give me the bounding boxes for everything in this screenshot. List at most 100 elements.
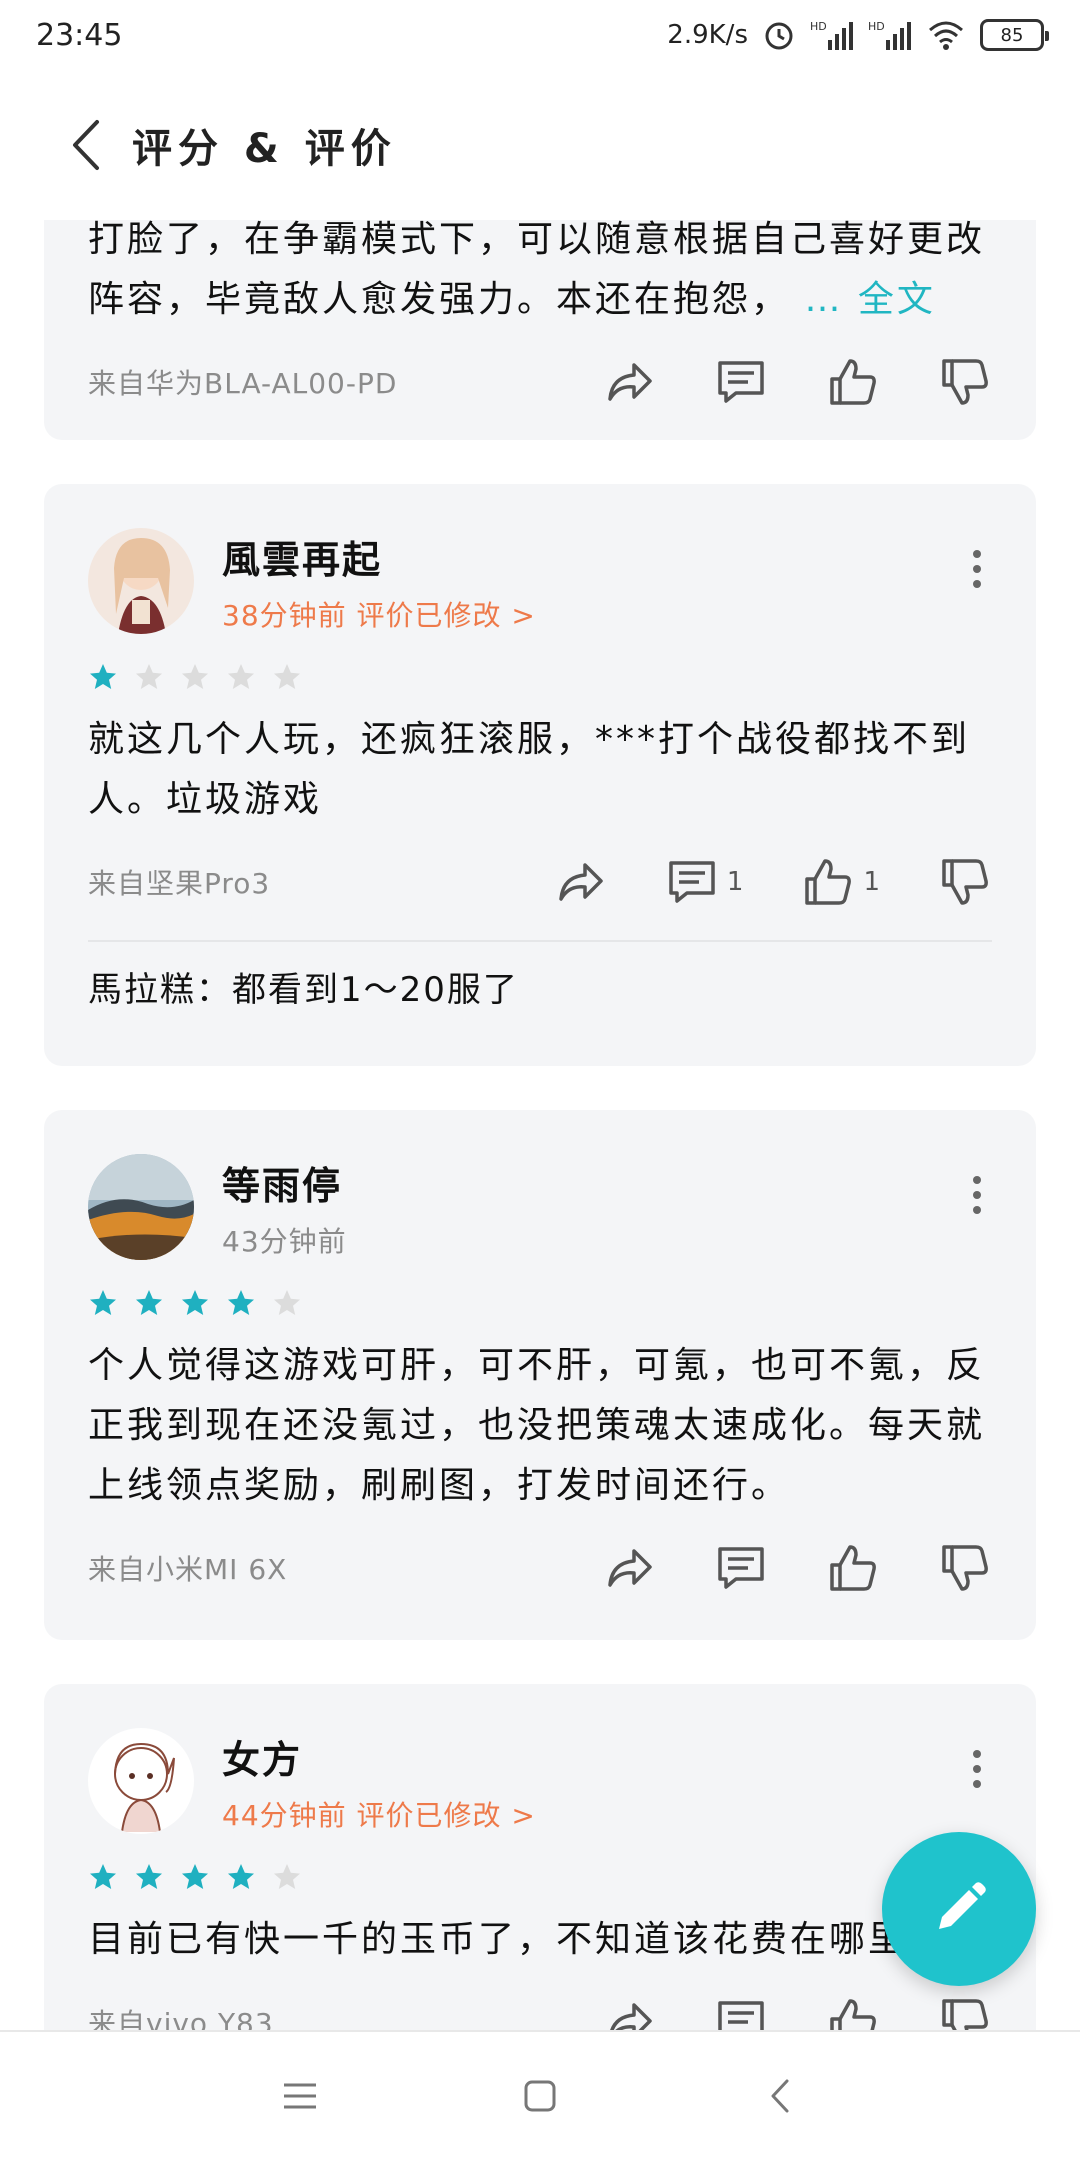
share-button[interactable] — [602, 1541, 656, 1595]
share-icon — [608, 1549, 652, 1587]
device-label: 来自小米MI 6X — [88, 1553, 288, 1586]
svg-text:HD: HD — [868, 20, 885, 33]
star-icon — [136, 1864, 162, 1889]
battery-icon: 85 — [980, 19, 1049, 51]
review-text: 目前已有快一千的玉币了，不知道该花费在哪里 — [88, 1919, 908, 1960]
review-text: 打脸了，在争霸模式下，可以随意根据自己喜好更改阵容，毕竟敌人愈发强力。本还在抱怨… — [88, 220, 986, 320]
home-nav-button[interactable] — [510, 2066, 570, 2126]
back-button[interactable] — [60, 115, 112, 175]
reviews-list[interactable]: 打脸了，在争霸模式下，可以随意根据自己喜好更改阵容，毕竟敌人愈发强力。本还在抱怨… — [0, 220, 1080, 2030]
app-header: 评分 & 评价 — [0, 70, 1080, 220]
avatar[interactable] — [88, 528, 194, 634]
review-text: 就这几个人玩，还疯狂滚服，***打个战役都找不到人。垃圾游戏 — [88, 719, 971, 820]
full-text-link[interactable]: … 全文 — [804, 279, 935, 320]
rating-stars — [88, 1288, 992, 1318]
comment-icon — [718, 1547, 764, 1589]
time-label: 43分钟前 — [222, 1224, 347, 1258]
star-icon — [182, 1290, 208, 1315]
user-row: 女方 44分钟前 评价已修改 > — [88, 1728, 992, 1834]
rating-stars — [88, 1862, 992, 1892]
comment-button[interactable] — [714, 1995, 768, 2030]
star-icon — [136, 664, 162, 689]
user-row: 等雨停 43分钟前 — [88, 1154, 992, 1260]
review-actions: 来自坚果Pro3 1 1 — [88, 842, 992, 922]
thumb-down-icon — [942, 1999, 988, 2030]
like-button[interactable] — [826, 1541, 880, 1595]
device-label: 来自华为BLA-AL00-PD — [88, 367, 398, 400]
pencil-icon — [939, 1882, 986, 1929]
avatar[interactable] — [88, 1154, 194, 1260]
share-button[interactable] — [602, 1995, 656, 2030]
star-icon — [228, 664, 254, 689]
user-row: 風雲再起 38分钟前 评价已修改 > — [88, 528, 992, 634]
review-card: 女方 44分钟前 评价已修改 > 目前已有快一千的玉币了，不知道该花费在哪里 来… — [44, 1684, 1036, 2030]
star-icon — [228, 1290, 254, 1315]
star-icon — [182, 1864, 208, 1889]
share-icon — [608, 363, 652, 401]
dislike-button[interactable] — [938, 1995, 992, 2030]
like-button[interactable]: 1 — [801, 855, 880, 909]
comment-button[interactable]: 1 — [665, 855, 744, 909]
star-icon — [274, 664, 300, 689]
menu-nav-button[interactable] — [270, 2066, 330, 2126]
thumb-up-icon — [830, 359, 876, 405]
status-time: 23:45 — [36, 17, 123, 53]
time-edited[interactable]: 38分钟前 评价已修改 > — [222, 594, 536, 634]
dislike-button[interactable] — [938, 1541, 992, 1595]
reply-item[interactable]: 馬拉糕：都看到1～20服了 — [88, 940, 992, 1036]
review-actions: 来自小米MI 6X — [88, 1528, 992, 1608]
rating-stars — [88, 662, 992, 692]
comment-icon — [669, 861, 715, 903]
review-card: 打脸了，在争霸模式下，可以随意根据自己喜好更改阵容，毕竟敌人愈发强力。本还在抱怨… — [44, 220, 1036, 440]
more-options-button[interactable] — [962, 1170, 992, 1220]
thumb-down-icon — [942, 1545, 988, 1591]
like-button[interactable] — [826, 1995, 880, 2030]
comment-button[interactable] — [714, 1541, 768, 1595]
thumb-down-icon — [942, 859, 988, 905]
system-nav-bar — [0, 2030, 1080, 2160]
more-options-button[interactable] — [962, 544, 992, 594]
menu-icon — [284, 2083, 316, 2109]
star-icon — [274, 1864, 300, 1889]
alarm-icon — [765, 22, 793, 50]
star-icon — [90, 1290, 116, 1315]
share-button[interactable] — [602, 355, 656, 409]
avatar[interactable] — [88, 1728, 194, 1834]
status-icons: 2.9K/s HD HD 85 — [667, 18, 1049, 52]
star-icon — [90, 664, 116, 689]
signal-icon-2: HD — [868, 20, 911, 50]
battery-level: 85 — [1000, 24, 1024, 46]
like-button[interactable] — [826, 355, 880, 409]
wifi-icon — [929, 21, 963, 50]
comment-count: 1 — [726, 867, 744, 897]
dislike-button[interactable] — [938, 855, 992, 909]
network-speed: 2.9K/s — [667, 20, 748, 50]
user-name[interactable]: 等雨停 — [222, 1155, 347, 1210]
write-review-button[interactable] — [882, 1832, 1036, 1986]
share-icon — [559, 863, 603, 901]
back-nav-button[interactable] — [750, 2066, 810, 2126]
device-label: 来自vivo Y83 — [88, 2007, 274, 2030]
review-card: 風雲再起 38分钟前 评价已修改 > 就这几个人玩，还疯狂滚服，***打个战役都… — [44, 484, 1036, 1066]
star-icon — [274, 1290, 300, 1315]
review-actions: 来自vivo Y83 — [88, 1982, 992, 2030]
comment-icon — [718, 2001, 764, 2030]
share-icon — [610, 2003, 652, 2030]
time-edited[interactable]: 44分钟前 评价已修改 > — [222, 1794, 536, 1834]
dislike-button[interactable] — [938, 355, 992, 409]
chevron-left-icon — [771, 2079, 789, 2113]
more-options-button[interactable] — [962, 1744, 992, 1794]
review-actions: 来自华为BLA-AL00-PD — [88, 342, 992, 422]
svg-text:HD: HD — [810, 20, 827, 33]
star-icon — [136, 1290, 162, 1315]
user-name[interactable]: 風雲再起 — [222, 529, 536, 584]
user-name[interactable]: 女方 — [222, 1729, 536, 1784]
signal-icon-1: HD — [810, 20, 853, 50]
comment-button[interactable] — [714, 355, 768, 409]
thumb-up-icon — [830, 1999, 876, 2030]
chevron-left-icon — [73, 120, 99, 170]
share-button[interactable] — [553, 855, 607, 909]
page-title: 评分 & 评价 — [132, 126, 397, 172]
review-text: 个人觉得这游戏可肝，可不肝，可氪，也可不氪，反正我到现在还没氪过，也没把策魂太速… — [88, 1345, 986, 1506]
comment-icon — [718, 361, 764, 403]
